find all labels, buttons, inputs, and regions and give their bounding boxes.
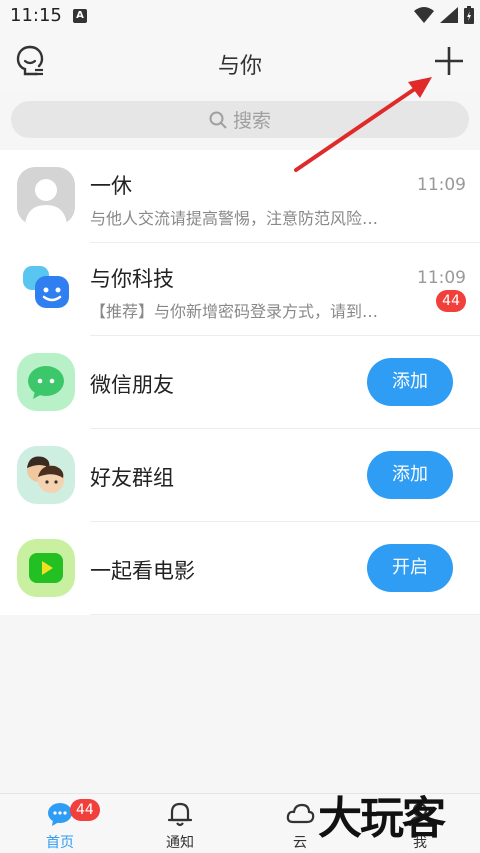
add-friend-groups-button[interactable]: 添加 xyxy=(367,451,453,499)
feature-item-friend-groups[interactable]: 好友群组 添加 xyxy=(0,429,480,522)
chat-preview: 与他人交流请提高警惕，注意防范风险… xyxy=(90,209,379,228)
notification-a-icon: A xyxy=(73,9,87,23)
watermark-text: 大玩客 xyxy=(318,793,446,844)
status-bar: 11:15 A xyxy=(0,0,480,34)
watch-movie-icon xyxy=(17,539,75,597)
unread-badge: 44 xyxy=(436,290,466,312)
feature-name: 好友群组 xyxy=(90,466,174,490)
friend-groups-icon xyxy=(17,446,75,504)
tab-home[interactable]: 44 首页 xyxy=(0,794,120,853)
feature-name: 微信朋友 xyxy=(90,373,174,397)
chat-time: 11:09 xyxy=(417,268,466,288)
chat-list: 一休 11:09 与他人交流请提高警惕，注意防范风险… 与你科技 11:09 【… xyxy=(0,150,480,615)
tab-label: 首页 xyxy=(46,835,74,851)
tab-label: 通知 xyxy=(166,835,194,851)
chat-item-yuni-tech[interactable]: 与你科技 11:09 【推荐】与你新增密码登录方式，请到… 44 xyxy=(0,243,480,336)
feature-item-wechat-friends[interactable]: 微信朋友 添加 xyxy=(0,336,480,429)
chat-preview: 【推荐】与你新增密码登录方式，请到… xyxy=(90,302,379,321)
status-icons xyxy=(414,6,474,24)
chat-name: 一休 xyxy=(90,174,132,198)
enable-watch-movie-button[interactable]: 开启 xyxy=(367,544,453,592)
feature-name: 一起看电影 xyxy=(90,559,195,583)
feature-item-watch-movie[interactable]: 一起看电影 开启 xyxy=(0,522,480,615)
wifi-icon xyxy=(414,7,434,23)
annotation-arrow-icon xyxy=(294,77,432,172)
bell-icon xyxy=(167,802,193,827)
yuni-logo-icon xyxy=(23,266,69,308)
search-icon xyxy=(209,111,227,129)
default-avatar-icon xyxy=(17,167,75,225)
battery-icon xyxy=(464,6,474,24)
home-unread-badge: 44 xyxy=(70,799,100,821)
add-wechat-friends-button[interactable]: 添加 xyxy=(367,358,453,406)
search-placeholder: 搜索 xyxy=(232,110,271,132)
chat-time: 11:09 xyxy=(417,175,466,195)
divider xyxy=(90,614,480,615)
status-time: 11:15 xyxy=(10,5,62,26)
tab-notifications[interactable]: 通知 xyxy=(120,794,240,853)
cloud-icon xyxy=(286,803,315,824)
chat-name: 与你科技 xyxy=(90,267,174,291)
wechat-friends-icon xyxy=(17,353,75,411)
signal-icon xyxy=(440,7,458,23)
